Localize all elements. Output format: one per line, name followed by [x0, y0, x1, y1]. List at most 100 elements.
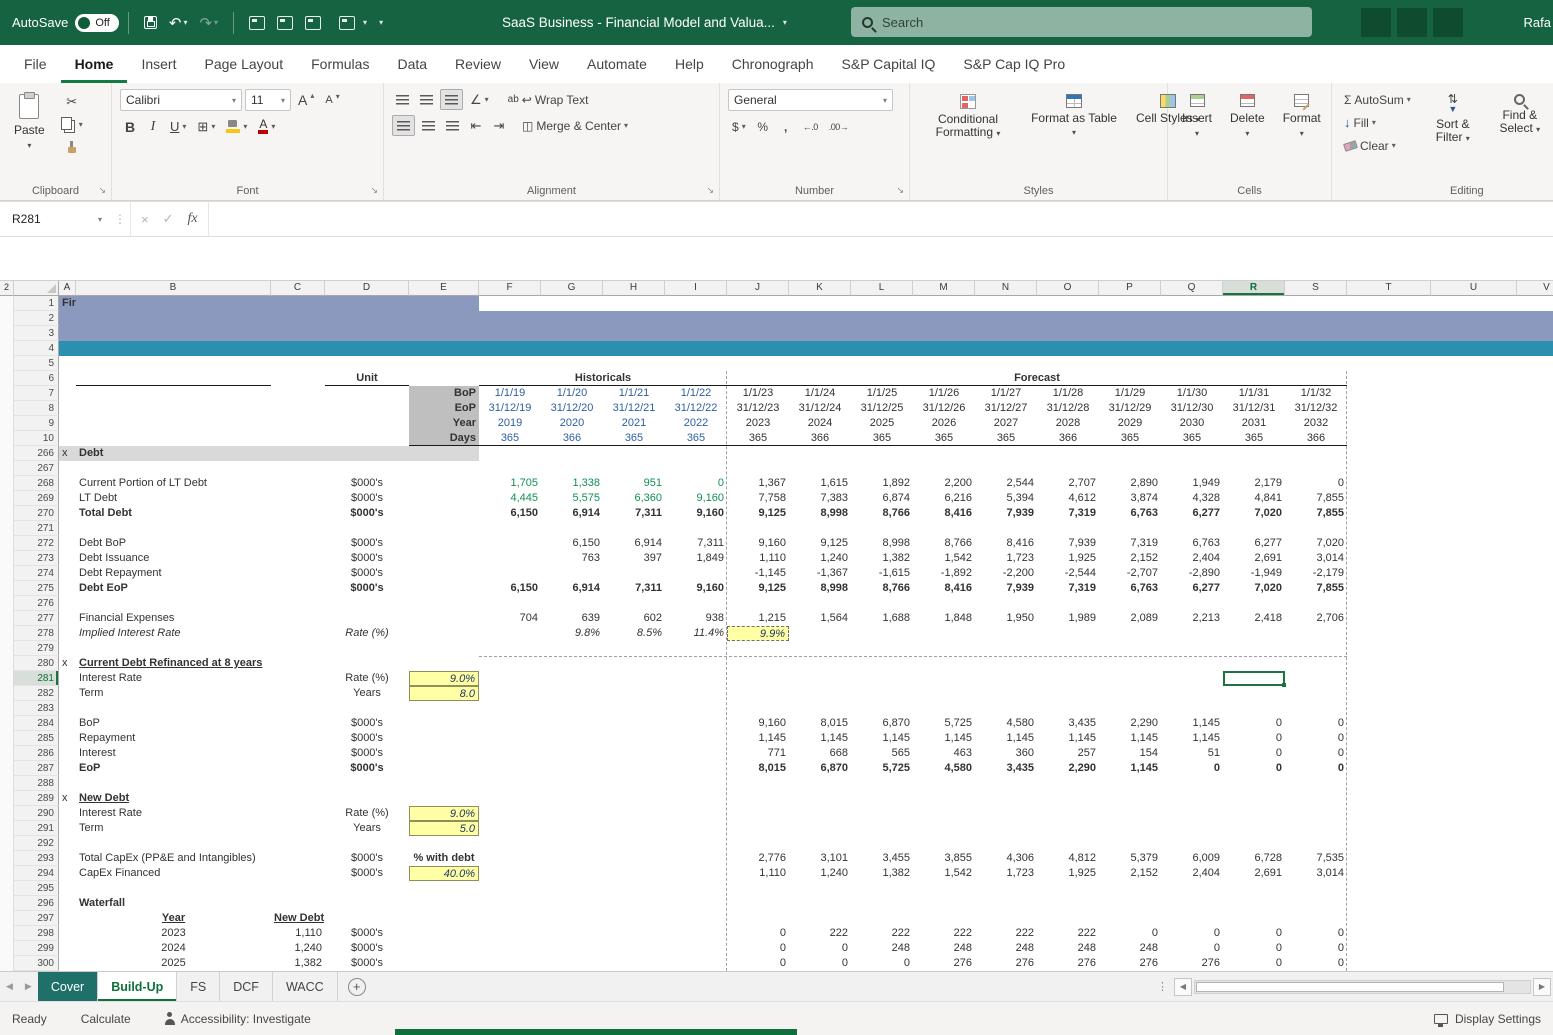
- cell-R266[interactable]: [1223, 446, 1285, 461]
- cell-V279[interactable]: [1517, 641, 1553, 656]
- formula-bar-splitter[interactable]: ⋮: [110, 202, 130, 236]
- cell-U1[interactable]: [1431, 296, 1517, 311]
- cell-A288[interactable]: [59, 776, 76, 791]
- cell-P288[interactable]: [1099, 776, 1161, 791]
- cell-L297[interactable]: [851, 911, 913, 926]
- cell-D288[interactable]: [325, 776, 409, 791]
- qat-icon-2[interactable]: [277, 16, 293, 30]
- cell-H296[interactable]: [603, 896, 665, 911]
- cell-B288[interactable]: [76, 776, 271, 791]
- cell-V7[interactable]: [1517, 386, 1553, 401]
- cell-P2[interactable]: [1099, 311, 1161, 326]
- cell-U281[interactable]: [1431, 671, 1517, 686]
- cell-S7[interactable]: 1/1/32: [1285, 386, 1347, 401]
- cell-L300[interactable]: 0: [851, 956, 913, 971]
- cell-K295[interactable]: [789, 881, 851, 896]
- cell-R289[interactable]: [1223, 791, 1285, 806]
- cell-I281[interactable]: [665, 671, 727, 686]
- cell-P3[interactable]: [1099, 326, 1161, 341]
- cell-G297[interactable]: [541, 911, 603, 926]
- cell-G8[interactable]: 31/12/20: [541, 401, 603, 416]
- row-header-9[interactable]: 9: [14, 416, 59, 431]
- cell-R292[interactable]: [1223, 836, 1285, 851]
- cell-R2[interactable]: [1223, 311, 1285, 326]
- cell-B2[interactable]: [76, 311, 271, 326]
- cell-O2[interactable]: [1037, 311, 1099, 326]
- cell-S290[interactable]: [1285, 806, 1347, 821]
- cell-N294[interactable]: 1,723: [975, 866, 1037, 881]
- cell-H284[interactable]: [603, 716, 665, 731]
- cell-G266[interactable]: [541, 446, 603, 461]
- row-header-293[interactable]: 293: [14, 851, 59, 866]
- cell-H269[interactable]: 6,360: [603, 491, 665, 506]
- cell-K9[interactable]: 2024: [789, 416, 851, 431]
- cell-I277[interactable]: 938: [665, 611, 727, 626]
- cell-N280[interactable]: [975, 656, 1037, 671]
- cell-P272[interactable]: 7,319: [1099, 536, 1161, 551]
- name-box[interactable]: R281 ▾: [0, 202, 110, 236]
- cell-D3[interactable]: [325, 326, 409, 341]
- cell-Q276[interactable]: [1161, 596, 1223, 611]
- cell-Q287[interactable]: 0: [1161, 761, 1223, 776]
- cell-I268[interactable]: 0: [665, 476, 727, 491]
- cell-V272[interactable]: [1517, 536, 1553, 551]
- cell-S288[interactable]: [1285, 776, 1347, 791]
- ribbon-tab-review[interactable]: Review: [441, 45, 515, 83]
- cell-B266[interactable]: Debt: [76, 446, 271, 461]
- cell-R274[interactable]: -1,949: [1223, 566, 1285, 581]
- cell-C2[interactable]: [271, 311, 325, 326]
- cell-G294[interactable]: [541, 866, 603, 881]
- cell-N299[interactable]: 248: [975, 941, 1037, 956]
- cell-O283[interactable]: [1037, 701, 1099, 716]
- cell-C276[interactable]: [271, 596, 325, 611]
- cell-V273[interactable]: [1517, 551, 1553, 566]
- undo-button[interactable]: ↶▾: [169, 14, 188, 32]
- cell-V4[interactable]: [1517, 341, 1553, 356]
- cell-T270[interactable]: [1347, 506, 1431, 521]
- cell-A290[interactable]: [59, 806, 76, 821]
- cell-U266[interactable]: [1431, 446, 1517, 461]
- cell-K299[interactable]: 0: [789, 941, 851, 956]
- dialog-launcher-clipboard[interactable]: ↘: [98, 185, 106, 196]
- percent-style-button[interactable]: %: [753, 116, 773, 137]
- align-right-button[interactable]: [442, 115, 463, 136]
- cell-B280[interactable]: Current Debt Refinanced at 8 years: [76, 656, 271, 671]
- cell-T284[interactable]: [1347, 716, 1431, 731]
- cell-M272[interactable]: 8,766: [913, 536, 975, 551]
- cell-N286[interactable]: 360: [975, 746, 1037, 761]
- cell-E289[interactable]: [409, 791, 479, 806]
- dialog-launcher-font[interactable]: ↘: [370, 185, 378, 196]
- cell-V280[interactable]: [1517, 656, 1553, 671]
- cell-U7[interactable]: [1431, 386, 1517, 401]
- cell-F278[interactable]: [479, 626, 541, 641]
- row-header-281[interactable]: 281: [14, 671, 59, 686]
- cell-J280[interactable]: [727, 656, 789, 671]
- cell-J7[interactable]: 1/1/23: [727, 386, 789, 401]
- cell-D268[interactable]: $000's: [325, 476, 409, 491]
- cell-O278[interactable]: [1037, 626, 1099, 641]
- cell-P292[interactable]: [1099, 836, 1161, 851]
- cell-G269[interactable]: 5,575: [541, 491, 603, 506]
- cell-R300[interactable]: 0: [1223, 956, 1285, 971]
- cell-A267[interactable]: [59, 461, 76, 476]
- cell-E283[interactable]: [409, 701, 479, 716]
- cell-U288[interactable]: [1431, 776, 1517, 791]
- sheet-nav-right-icon[interactable]: ▶: [19, 972, 38, 1001]
- cell-T9[interactable]: [1347, 416, 1431, 431]
- cell-D290[interactable]: Rate (%): [325, 806, 409, 821]
- cell-D272[interactable]: $000's: [325, 536, 409, 551]
- cell-I279[interactable]: [665, 641, 727, 656]
- cell-R298[interactable]: 0: [1223, 926, 1285, 941]
- row-header-300[interactable]: 300: [14, 956, 59, 971]
- outline-level-button[interactable]: 2: [0, 281, 14, 296]
- cell-K274[interactable]: -1,367: [789, 566, 851, 581]
- cell-H9[interactable]: 2021: [603, 416, 665, 431]
- cell-U295[interactable]: [1431, 881, 1517, 896]
- cell-E267[interactable]: [409, 461, 479, 476]
- cell-L280[interactable]: [851, 656, 913, 671]
- cell-I292[interactable]: [665, 836, 727, 851]
- cell-Q295[interactable]: [1161, 881, 1223, 896]
- row-header-278[interactable]: 278: [14, 626, 59, 641]
- cell-P284[interactable]: 2,290: [1099, 716, 1161, 731]
- cell-A295[interactable]: [59, 881, 76, 896]
